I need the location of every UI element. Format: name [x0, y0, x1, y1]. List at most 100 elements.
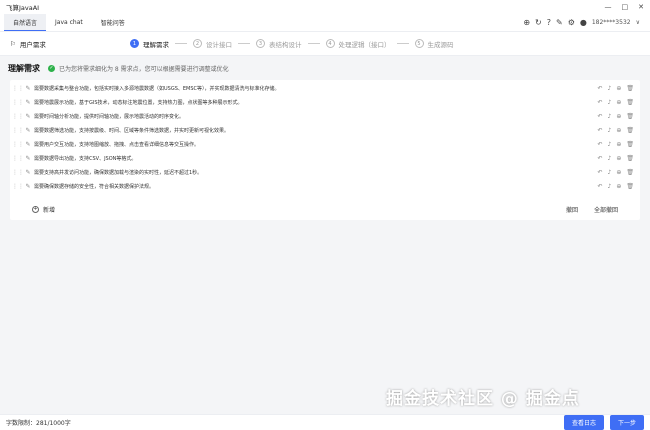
user-requirement-label: 用户需求 — [19, 40, 46, 49]
requirement-text[interactable]: 需要数据采集与整合功能，包括实时接入多源地震数据（如USGS、EMSC等），并实… — [34, 85, 597, 92]
step-design-api[interactable]: 2 设计接口 — [193, 39, 232, 49]
help-icon[interactable]: ? — [547, 18, 551, 27]
step-number: 2 — [193, 39, 202, 48]
row-actions: ↶ ♪ ⊕ 🗑 — [597, 155, 640, 162]
app-title: 飞算JavaAI — [6, 4, 40, 12]
add-row-icon[interactable]: ⊕ — [616, 141, 621, 148]
char-limit: 字数限制：281/1000字 — [6, 420, 71, 427]
microphone-icon[interactable]: ♪ — [608, 127, 612, 134]
add-circle-icon[interactable]: ⊕ — [523, 18, 530, 27]
undo-all-button[interactable]: 全部撤回 — [594, 205, 618, 214]
trash-icon[interactable]: 🗑 — [626, 99, 634, 106]
microphone-icon[interactable]: ♪ — [608, 155, 612, 162]
requirement-text[interactable]: 需要时间轴分析功能，提供时间轴功能，展示地震活动的时序变化。 — [34, 113, 597, 120]
settings-icon[interactable]: ⚙ — [568, 18, 575, 27]
undo-icon[interactable]: ↶ — [597, 85, 602, 92]
undo-icon[interactable]: ↶ — [597, 155, 602, 162]
edit-icon[interactable]: ✎ — [22, 155, 34, 162]
step-logic[interactable]: 4 处理逻辑（接口） — [325, 39, 391, 49]
maximize-icon[interactable]: □ — [622, 3, 629, 11]
trash-icon[interactable]: 🗑 — [626, 169, 634, 176]
undo-icon[interactable]: ↶ — [597, 141, 602, 148]
trash-icon[interactable]: 🗑 — [626, 183, 634, 190]
drag-handle-icon[interactable]: ⋮⋮ — [12, 155, 24, 162]
add-row-icon[interactable]: ⊕ — [616, 127, 621, 134]
row-actions: ↶ ♪ ⊕ 🗑 — [597, 141, 640, 148]
microphone-icon[interactable]: ♪ — [608, 113, 612, 120]
drag-handle-icon[interactable]: ⋮⋮ — [12, 127, 24, 134]
requirement-text[interactable]: 需要数据导出功能，支持CSV、JSON等格式。 — [34, 155, 597, 162]
undo-icon[interactable]: ↶ — [597, 169, 602, 176]
add-requirement-button[interactable]: + 新增 — [32, 205, 55, 214]
user-avatar-icon[interactable]: ● — [580, 18, 587, 27]
step-divider — [238, 43, 250, 44]
drag-handle-icon[interactable]: ⋮⋮ — [12, 169, 24, 176]
edit-icon[interactable]: ✎ — [22, 127, 34, 134]
undo-icon[interactable]: ↶ — [597, 113, 602, 120]
drag-handle-icon[interactable]: ⋮⋮ — [12, 99, 24, 106]
requirement-text[interactable]: 需要确保数据存储的安全性，符合相关数据保护法规。 — [34, 183, 597, 190]
add-row-icon[interactable]: ⊕ — [616, 85, 621, 92]
add-row-icon[interactable]: ⊕ — [616, 183, 621, 190]
requirement-text[interactable]: 需要数据筛选功能，支持按震级、时间、区域等条件筛选数据，并实时更新可视化效果。 — [34, 127, 597, 134]
requirement-row: ⋮⋮ ✎ 需要数据导出功能，支持CSV、JSON等格式。 ↶ ♪ ⊕ 🗑 — [12, 152, 640, 164]
edit-icon[interactable]: ✎ — [22, 169, 34, 176]
edit-icon[interactable]: ✎ — [22, 183, 34, 190]
minimize-icon[interactable]: — — [605, 3, 612, 11]
step-label: 表结构设计 — [269, 40, 302, 49]
next-button[interactable]: 下一步 — [609, 415, 644, 430]
step-understand[interactable]: 1 理解需求 — [130, 39, 169, 49]
tab-java-chat[interactable]: Java chat — [46, 14, 92, 31]
row-actions: ↶ ♪ ⊕ 🗑 — [597, 183, 640, 190]
trash-icon[interactable]: 🗑 — [626, 85, 634, 92]
step-label: 处理逻辑（接口） — [338, 40, 391, 49]
edit-icon[interactable]: ✎ — [22, 99, 34, 106]
edit-icon[interactable]: ✎ — [22, 85, 34, 92]
tab-natural-language[interactable]: 自然语言 — [4, 14, 47, 31]
requirement-text[interactable]: 需要支持高并发访问功能，确保数据加载与渲染的实时性，延迟不超过1秒。 — [34, 169, 597, 176]
add-row-icon[interactable]: ⊕ — [616, 99, 621, 106]
drag-handle-icon[interactable]: ⋮⋮ — [12, 141, 24, 148]
edit-icon[interactable]: ✎ — [22, 113, 34, 120]
trash-icon[interactable]: 🗑 — [626, 155, 634, 162]
step-generate-code[interactable]: 5 生成源码 — [414, 39, 454, 49]
microphone-icon[interactable]: ♪ — [608, 169, 612, 176]
panel-footer-actions: 撤回 全部撤回 — [566, 205, 618, 214]
drag-handle-icon[interactable]: ⋮⋮ — [12, 113, 24, 120]
microphone-icon[interactable]: ♪ — [608, 85, 612, 92]
add-row-icon[interactable]: ⊕ — [616, 155, 621, 162]
row-actions: ↶ ♪ ⊕ 🗑 — [597, 85, 640, 92]
undo-icon[interactable]: ↶ — [597, 183, 602, 190]
undo-icon[interactable]: ↶ — [597, 99, 602, 106]
edit-icon[interactable]: ✎ — [556, 18, 563, 27]
edit-icon[interactable]: ✎ — [22, 141, 34, 148]
undo-icon[interactable]: ↶ — [597, 127, 602, 134]
user-requirement-link[interactable]: ⚐ 用户需求 — [0, 39, 130, 49]
view-log-button[interactable]: 查看日志 — [563, 415, 604, 430]
add-row-icon[interactable]: ⊕ — [616, 113, 621, 120]
trash-icon[interactable]: 🗑 — [626, 113, 634, 120]
trash-icon[interactable]: 🗑 — [626, 141, 634, 148]
drag-handle-icon[interactable]: ⋮⋮ — [12, 85, 24, 92]
requirement-text[interactable]: 需要用户交互功能，支持地图缩放、拖拽、点击查看详细信息等交互操作。 — [34, 141, 597, 148]
undo-button[interactable]: 撤回 — [566, 205, 578, 214]
microphone-icon[interactable]: ♪ — [608, 141, 612, 148]
requirement-row: ⋮⋮ ✎ 需要数据采集与整合功能，包括实时接入多源地震数据（如USGS、EMSC… — [12, 82, 640, 94]
row-actions: ↶ ♪ ⊕ 🗑 — [597, 169, 640, 176]
step-label: 设计接口 — [206, 40, 232, 49]
step-number: 4 — [325, 39, 335, 48]
microphone-icon[interactable]: ♪ — [608, 183, 612, 190]
tab-smart-qa[interactable]: 智能问答 — [92, 14, 134, 31]
step-table-design[interactable]: 3 表结构设计 — [256, 39, 302, 49]
microphone-icon[interactable]: ♪ — [608, 99, 612, 106]
drag-handle-icon[interactable]: ⋮⋮ — [12, 183, 24, 190]
refresh-icon[interactable]: ↻ — [535, 18, 542, 27]
requirement-text[interactable]: 需要地震展示功能，基于GIS技术，动态标注地震位置，支持热力图，点状图等多种展示… — [34, 99, 597, 106]
mode-tabs: 自然语言 Java chat 智能问答 — [0, 14, 134, 31]
chevron-down-icon[interactable]: ∨ — [636, 19, 640, 26]
step-divider — [396, 43, 409, 44]
trash-icon[interactable]: 🗑 — [626, 127, 634, 134]
user-phone[interactable]: 182****3532 — [592, 19, 631, 26]
add-row-icon[interactable]: ⊕ — [616, 169, 621, 176]
close-icon[interactable]: ✕ — [638, 3, 644, 11]
